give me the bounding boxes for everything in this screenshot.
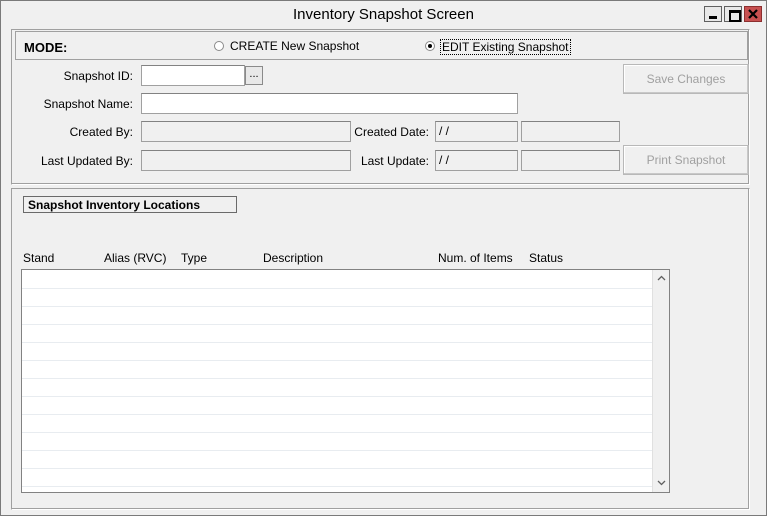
- row-divider: [22, 288, 654, 289]
- last-update-date-field: / /: [435, 150, 518, 171]
- snapshot-id-label: Snapshot ID:: [63, 69, 133, 83]
- last-update-time-field: [521, 150, 620, 171]
- print-snapshot-button[interactable]: Print Snapshot: [623, 145, 749, 175]
- edit-mode-label[interactable]: EDIT Existing Snapshot: [440, 39, 571, 55]
- row-divider: [22, 306, 654, 307]
- close-icon[interactable]: [744, 6, 762, 22]
- created-time-field: [521, 121, 620, 142]
- title-bar[interactable]: Inventory Snapshot Screen: [1, 1, 766, 29]
- chevron-up-icon[interactable]: [653, 270, 670, 287]
- row-divider: [22, 396, 654, 397]
- mode-label: MODE:: [24, 40, 68, 55]
- chevron-down-icon[interactable]: [653, 475, 670, 492]
- created-by-field: [141, 121, 351, 142]
- locations-list[interactable]: [21, 269, 670, 493]
- mode-group: MODE: CREATE New Snapshot EDIT Existing …: [15, 31, 748, 60]
- row-divider: [22, 432, 654, 433]
- column-header-alias[interactable]: Alias (RVC): [104, 251, 166, 265]
- save-changes-button[interactable]: Save Changes: [623, 64, 749, 94]
- minimize-icon[interactable]: [704, 6, 722, 22]
- row-divider: [22, 342, 654, 343]
- row-divider: [22, 360, 654, 361]
- last-update-label: Last Update:: [360, 154, 429, 168]
- window-title: Inventory Snapshot Screen: [293, 6, 474, 23]
- row-divider: [22, 378, 654, 379]
- row-divider: [22, 324, 654, 325]
- window: Inventory Snapshot Screen MODE: CREATE N…: [0, 0, 767, 516]
- column-header-stand[interactable]: Stand: [23, 251, 54, 265]
- snapshot-id-field[interactable]: [141, 65, 245, 86]
- locations-section-title: Snapshot Inventory Locations: [23, 196, 237, 213]
- created-date-field: / /: [435, 121, 518, 142]
- row-divider: [22, 450, 654, 451]
- row-divider: [22, 414, 654, 415]
- column-header-type[interactable]: Type: [181, 251, 207, 265]
- row-divider: [22, 486, 654, 487]
- snapshot-name-field[interactable]: [141, 93, 518, 114]
- created-date-label: Created Date:: [354, 125, 429, 139]
- column-header-status[interactable]: Status: [529, 251, 563, 265]
- create-mode-radio[interactable]: [214, 41, 224, 51]
- browse-snapshot-button[interactable]: ...: [245, 66, 263, 85]
- maximize-icon[interactable]: [724, 6, 742, 22]
- create-mode-label[interactable]: CREATE New Snapshot: [230, 39, 359, 53]
- last-updated-by-field: [141, 150, 351, 171]
- edit-mode-radio[interactable]: [425, 41, 435, 51]
- column-header-description[interactable]: Description: [263, 251, 323, 265]
- last-updated-by-label: Last Updated By:: [40, 154, 133, 168]
- row-divider: [22, 468, 654, 469]
- column-header-num-items[interactable]: Num. of Items: [438, 251, 513, 265]
- created-by-label: Created By:: [69, 125, 133, 139]
- snapshot-name-label: Snapshot Name:: [43, 97, 133, 111]
- vertical-scrollbar[interactable]: [652, 270, 669, 492]
